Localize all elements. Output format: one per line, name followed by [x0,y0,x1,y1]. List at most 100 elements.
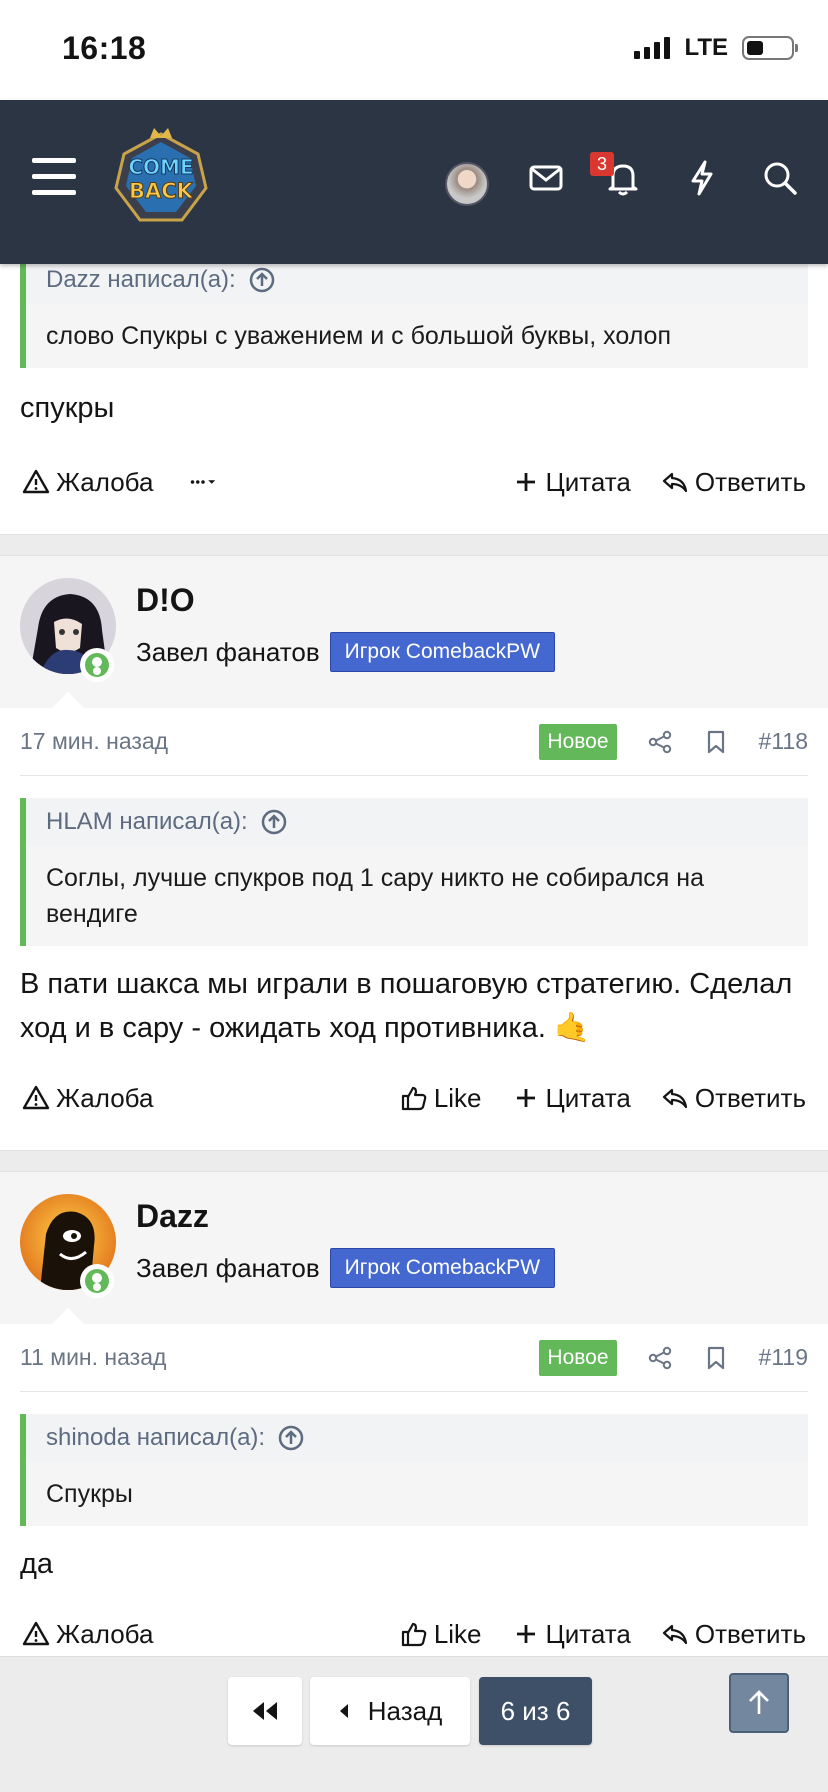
reply-label: Ответить [694,1618,806,1649]
back-label: Назад [367,1695,443,1726]
username[interactable]: D!O [136,582,195,619]
back-button[interactable]: Назад [310,1677,470,1745]
share-icon[interactable] [647,1345,673,1371]
like-button[interactable]: Like [400,1083,482,1114]
reply-button[interactable]: Ответить [661,1083,806,1114]
battery-icon [742,36,798,60]
post-time[interactable]: 17 мин. назад [20,728,168,755]
new-badge: Новое [539,723,617,760]
bolt-icon[interactable] [682,158,722,198]
quote-text: Соглы, лучше спукров под 1 сару никто не… [26,846,808,946]
reply-button[interactable]: Ответить [661,467,806,498]
scroll-to-top-button[interactable] [729,1673,789,1733]
post: Dazz написал(а): слово Спукры с уважение… [0,256,828,510]
post: D!O Завел фанатов Игрок ComebackPW 17 ми… [0,556,828,1126]
svg-text:BACK: BACK [129,179,194,203]
quote-button[interactable]: Цитата [512,467,631,498]
reply-icon [662,472,687,493]
user-banner: Игрок ComebackPW [329,632,556,672]
like-label: Like [433,1618,482,1649]
quote-header[interactable]: HLAM написал(а): [26,798,808,846]
more-button[interactable] [189,468,217,496]
quote-text: Спукры [26,1462,808,1526]
status-indicators: LTE [634,34,798,62]
bookmark-icon[interactable] [703,729,729,755]
quote-button[interactable]: Цитата [512,1619,631,1650]
first-page-button[interactable] [228,1677,302,1745]
reply-label: Ответить [694,1082,806,1113]
user-block-pointer [52,1308,84,1324]
report-label: Жалоба [56,466,154,497]
svg-text:COME: COME [128,155,193,179]
report-button[interactable]: Жалоба [22,1619,153,1650]
thumbs-up-icon [401,1622,427,1647]
plus-icon [516,473,535,491]
post-user-block: Dazz Завел фанатов Игрок ComebackPW [0,1172,828,1324]
reply-button[interactable]: Ответить [661,1619,806,1650]
post-meta: 17 мин. назад Новое #118 [20,708,808,776]
page-indicator[interactable]: 6 из 6 [479,1677,592,1745]
arrow-up-circle-icon[interactable] [248,266,276,294]
site-logo[interactable]: COME BACK [110,128,212,228]
pagination: Назад 6 из 6 [0,1656,828,1792]
first-page-icon [253,1702,277,1720]
arrow-up-circle-icon[interactable] [260,808,288,836]
warning-icon [22,1621,50,1646]
quote-label: Цитата [545,466,631,497]
post-message: да [20,1548,54,1580]
quote-label: Цитата [545,1082,631,1113]
post-message: спукры [20,392,115,424]
report-label: Жалоба [56,1082,154,1113]
plus-icon [516,1625,535,1643]
report-button[interactable]: Жалоба [22,1083,153,1114]
arrow-up-circle-icon[interactable] [277,1424,305,1452]
search-icon[interactable] [760,158,800,198]
menu-icon[interactable] [32,158,76,196]
notification-badge: 3 [590,152,614,176]
mail-icon[interactable] [526,158,566,198]
user-banner: Игрок ComebackPW [329,1248,556,1288]
reply-label: Ответить [694,466,806,497]
like-label: Like [433,1082,482,1113]
quote-author[interactable]: Dazz написал(а): [46,266,236,294]
post-separator [0,534,828,556]
arrow-up-icon [749,1690,769,1714]
network-label: LTE [684,34,728,61]
share-icon[interactable] [647,729,673,755]
like-button[interactable]: Like [400,1619,482,1650]
post-actions: Жалоба Like Цитата Ответить [0,1070,828,1126]
user-title: Завел фанатов [136,1252,320,1283]
post-user-block: D!O Завел фанатов Игрок ComebackPW [0,556,828,708]
username[interactable]: Dazz [136,1198,209,1235]
reply-icon [662,1624,687,1645]
post-time[interactable]: 11 мин. назад [20,1344,166,1371]
quote-header[interactable]: shinoda написал(а): [26,1414,808,1462]
status-bar: 16:18 LTE [0,0,828,100]
post-separator [0,1150,828,1172]
post-message: В пати шакса мы играли в пошаговую страт… [20,968,793,1044]
report-label: Жалоба [56,1618,154,1649]
quote-label: Цитата [545,1618,631,1649]
bookmark-icon[interactable] [703,1345,729,1371]
post-actions: Жалоба Like Цитата Ответить [0,1606,828,1662]
reply-icon [662,1088,687,1109]
quote-button[interactable]: Цитата [512,1083,631,1114]
quote-block: shinoda написал(а): Спукры [20,1414,808,1526]
online-indicator-icon [80,648,114,682]
quote-author[interactable]: HLAM написал(а): [46,808,248,836]
post-meta: 11 мин. назад Новое #119 [20,1324,808,1392]
warning-icon [22,469,50,494]
signal-icon [634,37,671,59]
quote-text: слово Спукры с уважением и с большой бук… [26,304,808,368]
user-title-row: Завел фанатов Игрок ComebackPW [136,632,556,672]
new-badge: Новое [539,1339,617,1376]
quote-author[interactable]: shinoda написал(а): [46,1424,265,1452]
report-button[interactable]: Жалоба [22,467,153,498]
more-icon [191,480,216,484]
post-number[interactable]: #119 [759,1344,808,1371]
user-avatar[interactable] [445,162,489,206]
online-indicator-icon [80,1264,114,1298]
status-time: 16:18 [62,30,147,66]
user-title-row: Завел фанатов Игрок ComebackPW [136,1248,556,1288]
post-number[interactable]: #118 [759,728,808,755]
